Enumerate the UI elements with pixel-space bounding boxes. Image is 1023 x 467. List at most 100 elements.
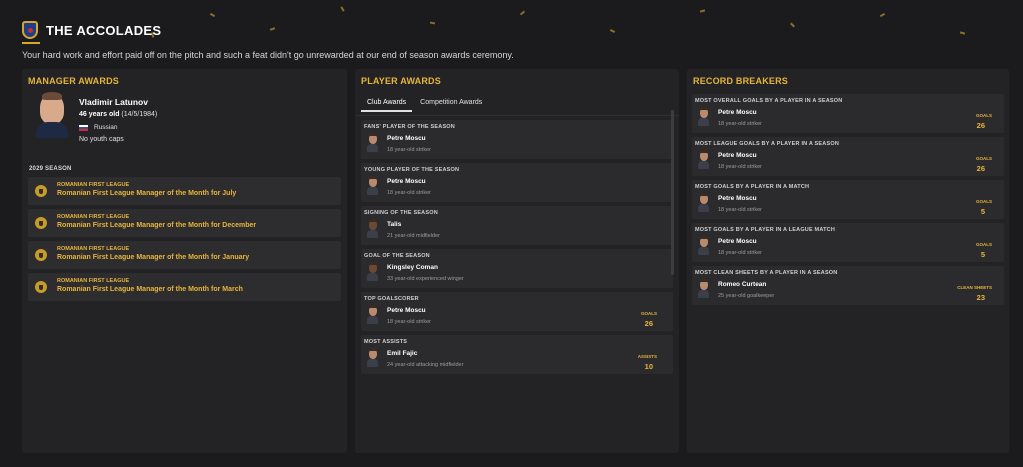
player-awards-scrollbar[interactable] [671, 110, 674, 275]
award-category: YOUNG PLAYER OF THE SEASON [364, 167, 460, 173]
award-category: FANS' PLAYER OF THE SEASON [364, 124, 455, 130]
manager-nationality-label: Russian [94, 124, 118, 131]
player-awards-panel: PLAYER AWARDS Club Awards Competition Aw… [355, 69, 679, 453]
award-row[interactable]: MOST GOALS BY A PLAYER IN A LEAGUE MATCH… [692, 223, 1004, 262]
manager-award-card[interactable]: ROMANIAN FIRST LEAGUE Romanian First Leag… [28, 209, 341, 237]
award-row[interactable]: TOP GOALSCORER Petre Moscu 18 year-old str… [361, 292, 673, 331]
player-name[interactable]: Petre Moscu [387, 135, 426, 142]
award-title[interactable]: Romanian First League Manager of the Mon… [57, 222, 256, 229]
award-league[interactable]: ROMANIAN FIRST LEAGUE [57, 182, 129, 188]
stat-value: 26 [644, 319, 653, 328]
stat-label: GOALS [975, 199, 992, 204]
player-description: 25 year-old goalkeeper [718, 293, 775, 299]
player-avatar [367, 176, 378, 197]
award-row[interactable]: YOUNG PLAYER OF THE SEASON Petre Moscu 18 … [361, 163, 673, 202]
player-avatar [698, 193, 709, 214]
manager-award-card[interactable]: ROMANIAN FIRST LEAGUE Romanian First Leag… [28, 241, 341, 269]
award-row[interactable]: FANS' PLAYER OF THE SEASON Petre Moscu 18 … [361, 120, 673, 159]
award-league[interactable]: ROMANIAN FIRST LEAGUE [57, 214, 129, 220]
player-avatar [698, 236, 709, 257]
player-name[interactable]: Petre Moscu [718, 109, 757, 116]
manager-name[interactable]: Vladimir Latunov [79, 97, 148, 107]
player-description: 24 year-old attacking midfielder [387, 362, 464, 368]
player-description: 18 year-old striker [718, 164, 763, 170]
player-awards-title: PLAYER AWARDS [361, 76, 441, 86]
stat-value: 5 [980, 207, 985, 216]
player-avatar [698, 279, 709, 300]
stat-label: ASSISTS [637, 354, 657, 359]
manager-youth-caps: No youth caps [79, 136, 124, 143]
award-row[interactable]: MOST LEAGUE GOALS BY A PLAYER IN A SEASO… [692, 137, 1004, 176]
russia-flag-icon [79, 124, 88, 131]
trophy-icon [35, 281, 47, 293]
award-category: MOST LEAGUE GOALS BY A PLAYER IN A SEASO… [695, 141, 839, 147]
stat-value: 26 [976, 121, 985, 130]
player-awards-list[interactable]: FANS' PLAYER OF THE SEASON Petre Moscu 18 … [355, 116, 679, 374]
manager-age-value: 46 years old [79, 111, 120, 118]
player-avatar [367, 348, 378, 369]
manager-awards-title: MANAGER AWARDS [28, 76, 119, 86]
player-avatar [367, 305, 378, 326]
page-subtitle: Your hard work and effort paid off on th… [22, 50, 514, 60]
title-underline [22, 42, 40, 44]
award-category: MOST ASSISTS [364, 339, 408, 345]
award-row[interactable]: GOAL OF THE SEASON Kingsley Coman 33 year-… [361, 249, 673, 288]
award-category: MOST GOALS BY A PLAYER IN A MATCH [695, 184, 810, 190]
page-header: THE ACCOLADES [22, 18, 161, 42]
player-name[interactable]: Petre Moscu [718, 195, 757, 202]
player-name[interactable]: Kingsley Coman [387, 264, 438, 271]
stat-label: GOALS [975, 113, 992, 118]
award-title[interactable]: Romanian First League Manager of the Mon… [57, 190, 236, 197]
tab-club-awards[interactable]: Club Awards [361, 86, 413, 112]
player-avatar [367, 133, 378, 154]
stat-value: 10 [644, 362, 653, 371]
record-breakers-list: MOST OVERALL GOALS BY A PLAYER IN A SEAS… [687, 86, 1009, 305]
player-description: 18 year-old striker [387, 319, 432, 325]
award-category: SIGNING OF THE SEASON [364, 210, 438, 216]
manager-profile[interactable]: Vladimir Latunov 46 years old (14/5/1984… [22, 86, 347, 154]
player-name[interactable]: Romeo Curtean [718, 281, 766, 288]
player-name[interactable]: Talis [387, 221, 401, 228]
player-description: 18 year-old striker [718, 250, 763, 256]
player-avatar [698, 107, 709, 128]
player-description: 18 year-old striker [718, 207, 763, 213]
stat-value: 26 [976, 164, 985, 173]
award-title[interactable]: Romanian First League Manager of the Mon… [57, 254, 249, 261]
award-league[interactable]: ROMANIAN FIRST LEAGUE [57, 246, 129, 252]
trophy-icon [35, 217, 47, 229]
tab-competition-awards[interactable]: Competition Awards [414, 86, 488, 112]
club-crest-icon [22, 21, 38, 39]
player-description: 18 year-old striker [718, 121, 763, 127]
award-row[interactable]: SIGNING OF THE SEASON Talis 21 year-old mi… [361, 206, 673, 245]
player-name[interactable]: Petre Moscu [387, 178, 426, 185]
award-category: TOP GOALSCORER [364, 296, 419, 302]
player-name[interactable]: Petre Moscu [387, 307, 426, 314]
manager-award-card[interactable]: ROMANIAN FIRST LEAGUE Romanian First Leag… [28, 273, 341, 301]
award-row[interactable]: MOST OVERALL GOALS BY A PLAYER IN A SEAS… [692, 94, 1004, 133]
award-title[interactable]: Romanian First League Manager of the Mon… [57, 286, 243, 293]
player-name[interactable]: Petre Moscu [718, 152, 757, 159]
player-description: 33 year-old experienced winger [387, 276, 464, 282]
player-awards-tabs: Club Awards Competition Awards [355, 86, 679, 116]
manager-age: 46 years old (14/5/1984) [79, 111, 157, 118]
manager-avatar [36, 92, 68, 138]
trophy-icon [35, 185, 47, 197]
award-league[interactable]: ROMANIAN FIRST LEAGUE [57, 278, 129, 284]
manager-award-card[interactable]: ROMANIAN FIRST LEAGUE Romanian First Leag… [28, 177, 341, 205]
player-avatar [367, 262, 378, 283]
award-row[interactable]: MOST GOALS BY A PLAYER IN A MATCH Petre M… [692, 180, 1004, 219]
trophy-icon [35, 249, 47, 261]
stat-value: 5 [980, 250, 985, 259]
manager-nationality: Russian [79, 124, 117, 131]
award-row[interactable]: MOST ASSISTS Emil Fajic 24 year-old attack… [361, 335, 673, 374]
page-title: THE ACCOLADES [46, 22, 162, 38]
season-label: 2029 SEASON [29, 166, 72, 172]
player-name[interactable]: Petre Moscu [718, 238, 757, 245]
stat-value: 23 [976, 293, 985, 302]
player-name[interactable]: Emil Fajic [387, 350, 417, 357]
player-avatar [698, 150, 709, 171]
award-category: GOAL OF THE SEASON [364, 253, 430, 259]
record-breakers-title: RECORD BREAKERS [693, 76, 789, 86]
player-description: 18 year-old striker [387, 190, 432, 196]
award-row[interactable]: MOST CLEAN SHEETS BY A PLAYER IN A SEASO… [692, 266, 1004, 305]
